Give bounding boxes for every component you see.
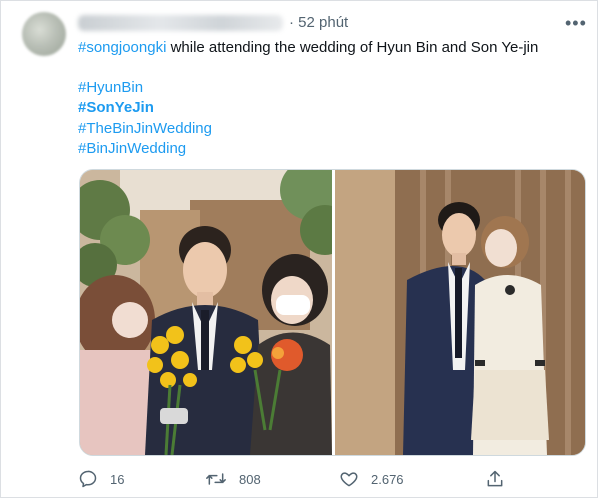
avatar[interactable] [22,12,66,56]
reply-count: 16 [110,471,125,487]
retweet-count: 808 [239,471,261,487]
hashtag-songjoongki[interactable]: #songjoongki [78,39,166,56]
reply-button[interactable]: 16 [78,467,124,491]
hashtag-sonyejin[interactable]: #SonYeJin [78,98,578,119]
tweet-body-text: while attending the wedding of Hyun Bin … [166,39,539,56]
share-button[interactable] [485,467,505,491]
tweet-text: #songjoongki while attending the wedding… [78,38,578,160]
more-icon[interactable]: ••• [565,13,587,34]
like-count: 2.676 [371,471,404,487]
author-name-blurred[interactable] [78,15,283,31]
media-grid [79,169,586,456]
tweet-timestamp[interactable]: · 52 phút [289,14,348,31]
retweet-icon [205,469,227,489]
photo-wedding-flowers[interactable] [80,170,332,455]
hashtag-thebinjinwedding[interactable]: #TheBinJinWedding [78,119,578,140]
share-icon [485,469,505,489]
retweet-button[interactable]: 808 [205,467,261,491]
hashtag-binjinwedding[interactable]: #BinJinWedding [78,139,578,160]
like-button[interactable]: 2.676 [339,467,404,491]
reply-icon [78,469,98,489]
hashtag-hyunbin[interactable]: #HyunBin [78,78,578,99]
photo-couple-standing[interactable] [335,170,585,455]
tweet-first-line: #songjoongki while attending the wedding… [78,38,578,59]
like-icon [339,469,359,489]
